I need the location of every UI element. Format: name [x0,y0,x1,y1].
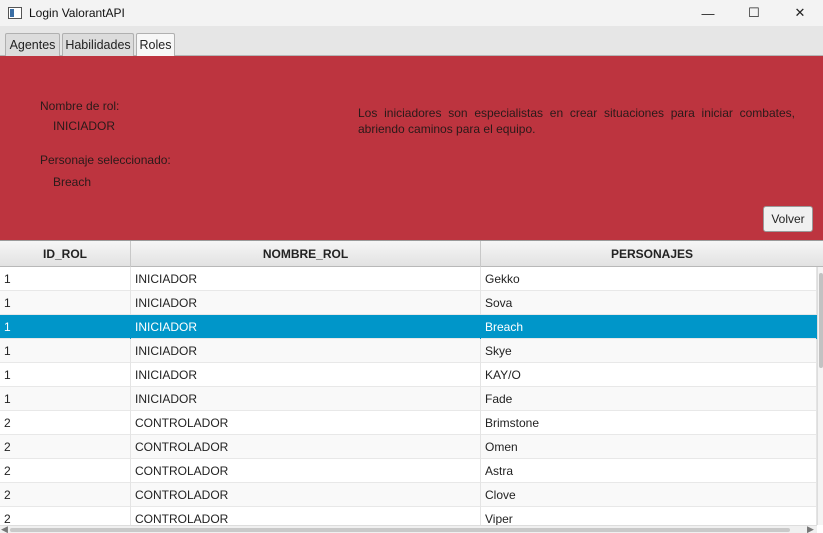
selected-character-value: Breach [53,175,92,189]
tab-agentes[interactable]: Agentes [5,33,60,56]
roles-table: ID_ROL NOMBRE_ROL PERSONAJES 1 INICIADOR G… [0,240,823,533]
cell-personajes: Gekko [481,267,817,291]
selected-character-label: Personaje seleccionado: [40,153,171,167]
horizontal-scrollbar[interactable]: ◀ ▶ [0,524,817,533]
cell-personajes: Viper [481,507,817,525]
table-row[interactable]: 1 INICIADOR Fade [0,387,817,411]
role-detail-panel: Nombre de rol: INICIADOR Personaje selec… [0,56,823,240]
table-row[interactable]: 1 INICIADOR Gekko [0,267,817,291]
tab-roles[interactable]: Roles [136,33,175,57]
scroll-right-arrow-icon[interactable]: ▶ [807,524,814,533]
tab-bar: Agentes Habilidades Roles [0,26,823,57]
cell-nombre-rol: INICIADOR [131,291,481,315]
cell-id-rol: 2 [0,483,131,507]
cell-personajes: Sova [481,291,817,315]
window-title: Login ValorantAPI [29,6,125,20]
window-controls: — ☐ ✕ [685,0,823,26]
table-row[interactable]: 1 INICIADOR KAY/O [0,363,817,387]
tab-habilidades[interactable]: Habilidades [62,33,134,56]
vertical-scrollbar-thumb[interactable] [819,273,823,368]
cell-nombre-rol: INICIADOR [131,315,481,339]
role-name-value: INICIADOR [53,119,116,133]
cell-nombre-rol: CONTROLADOR [131,507,481,525]
title-bar: Login ValorantAPI — ☐ ✕ [0,0,823,26]
table-header: ID_ROL NOMBRE_ROL PERSONAJES [0,241,823,267]
cell-personajes: Clove [481,483,817,507]
column-header-personajes[interactable]: PERSONAJES [481,241,823,267]
cell-id-rol: 1 [0,291,131,315]
cell-personajes: Astra [481,459,817,483]
role-name-label: Nombre de rol: [40,99,120,113]
scroll-left-arrow-icon[interactable]: ◀ [1,524,8,533]
role-description: Los iniciadores son especialistas en cre… [358,106,795,136]
table-row[interactable]: 2 CONTROLADOR Viper [0,507,817,525]
close-button[interactable]: ✕ [777,0,823,26]
cell-nombre-rol: INICIADOR [131,267,481,291]
cell-id-rol: 2 [0,435,131,459]
cell-id-rol: 2 [0,459,131,483]
cell-id-rol: 1 [0,387,131,411]
cell-personajes: Brimstone [481,411,817,435]
column-header-nombre-rol[interactable]: NOMBRE_ROL [131,241,481,267]
cell-nombre-rol: CONTROLADOR [131,411,481,435]
cell-id-rol: 1 [0,339,131,363]
cell-nombre-rol: CONTROLADOR [131,459,481,483]
cell-personajes: Fade [481,387,817,411]
vertical-scrollbar[interactable] [817,267,823,525]
app-window-icon [8,7,22,19]
cell-nombre-rol: CONTROLADOR [131,435,481,459]
cell-personajes: Skye [481,339,817,363]
table-row[interactable]: 2 CONTROLADOR Astra [0,459,817,483]
table-row[interactable]: 2 CONTROLADOR Clove [0,483,817,507]
minimize-button[interactable]: — [685,0,731,26]
horizontal-scrollbar-thumb[interactable] [10,528,790,532]
table-row[interactable]: 2 CONTROLADOR Brimstone [0,411,817,435]
cell-nombre-rol: INICIADOR [131,387,481,411]
cell-nombre-rol: CONTROLADOR [131,483,481,507]
table-row[interactable]: 2 CONTROLADOR Omen [0,435,817,459]
cell-id-rol: 1 [0,267,131,291]
cell-personajes: Breach [481,315,817,339]
cell-personajes: Omen [481,435,817,459]
cell-id-rol: 1 [0,315,131,339]
cell-id-rol: 2 [0,411,131,435]
table-row[interactable]: 1 INICIADOR Skye [0,339,817,363]
cell-nombre-rol: INICIADOR [131,339,481,363]
maximize-button[interactable]: ☐ [731,0,777,26]
cell-personajes: KAY/O [481,363,817,387]
column-header-id-rol[interactable]: ID_ROL [0,241,131,267]
table-row[interactable]: 1 INICIADOR Sova [0,291,817,315]
back-button[interactable]: Volver [763,206,813,232]
cell-id-rol: 2 [0,507,131,525]
cell-id-rol: 1 [0,363,131,387]
table-body: 1 INICIADOR Gekko 1 INICIADOR Sova 1 INICIADOR B… [0,267,817,525]
table-row[interactable]: 1 INICIADOR Breach [0,315,817,339]
cell-nombre-rol: INICIADOR [131,363,481,387]
